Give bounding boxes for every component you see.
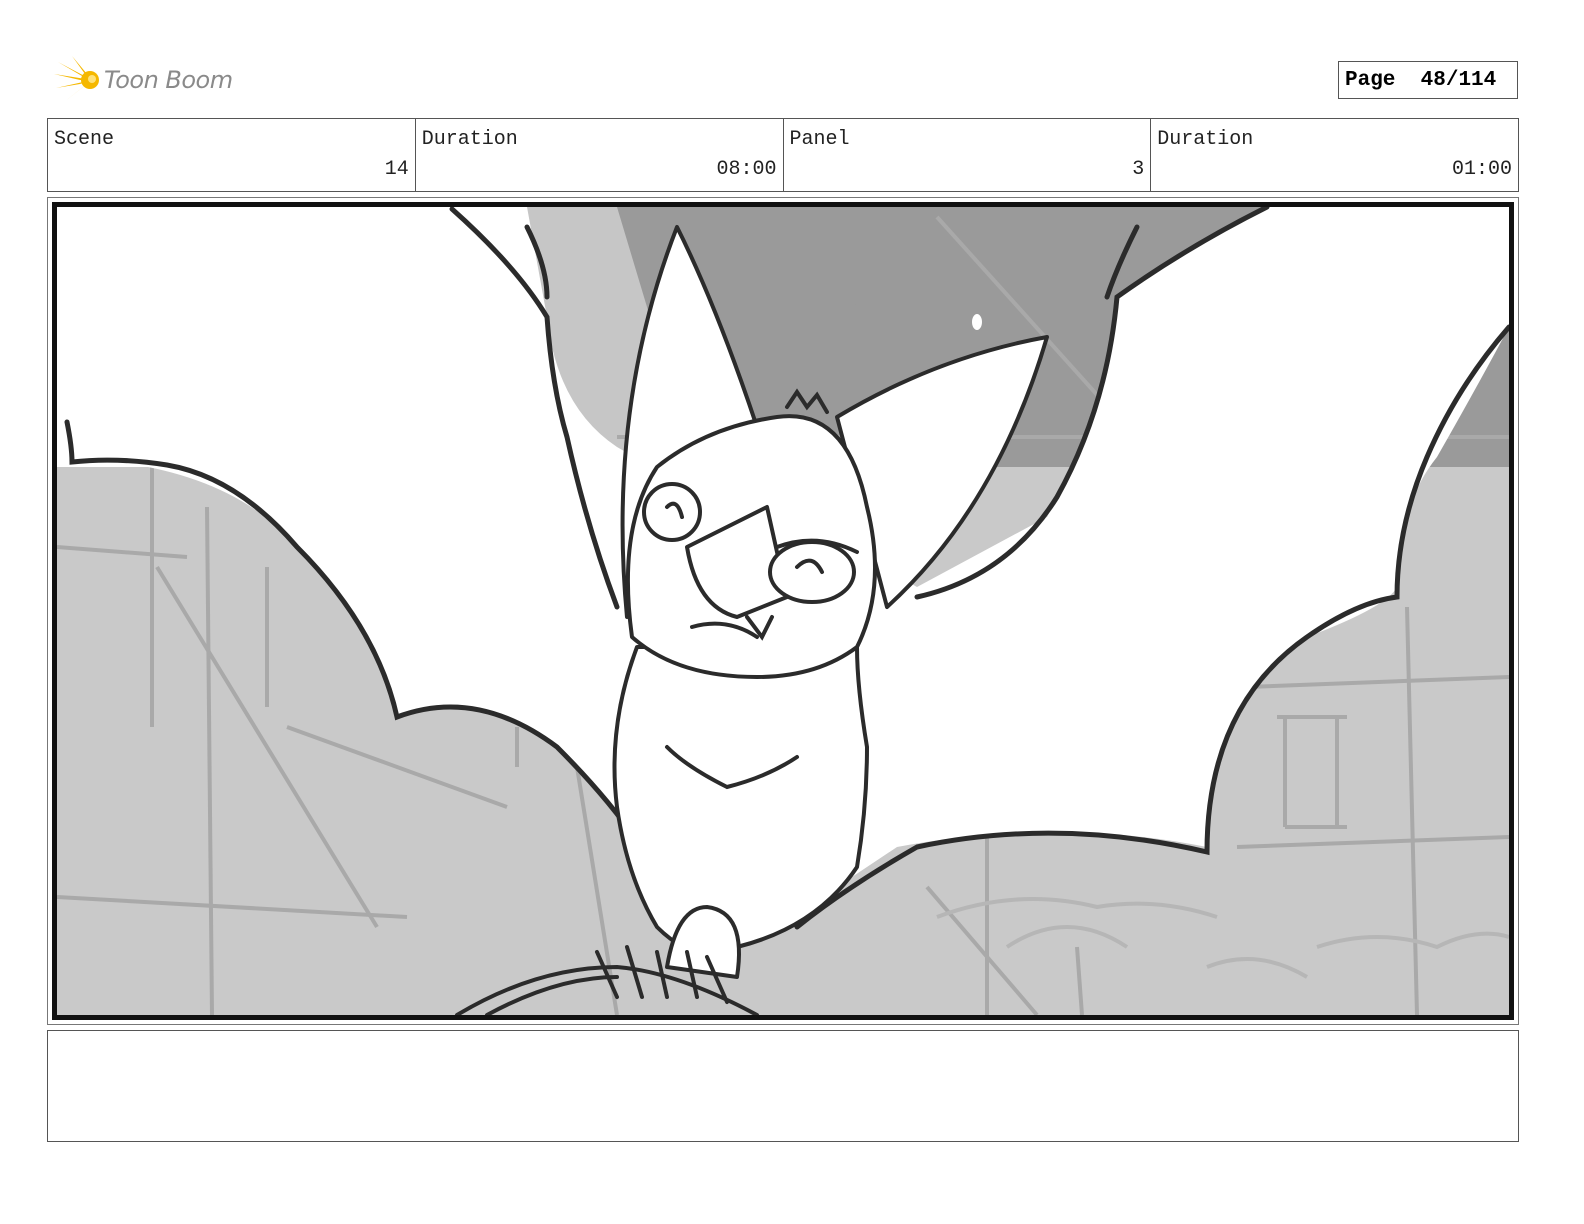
scene-duration-value: 08:00 (716, 158, 777, 181)
scene-label: Scene (54, 128, 115, 151)
notes-box (47, 1030, 1519, 1142)
scene-value: 14 (384, 158, 409, 181)
panel-label: Panel (789, 128, 850, 151)
scene-cell: Scene 14 (48, 119, 416, 191)
toon-boom-logo: Toon Boom (52, 54, 252, 108)
panel-value: 3 (1132, 158, 1145, 181)
toon-boom-burst-icon (54, 56, 99, 102)
scene-duration-cell: Duration 08:00 (416, 119, 784, 191)
panel-cell: Panel 3 (784, 119, 1152, 191)
page-indicator: Page 48/114 (1338, 61, 1518, 99)
scene-duration-label: Duration (421, 128, 518, 151)
bat-sketch-drawing (57, 207, 1509, 1015)
logo-text: Toon Boom (104, 66, 233, 94)
panel-duration-value: 01:00 (1451, 158, 1512, 181)
page-label: Page (1345, 68, 1396, 92)
panel-duration-label: Duration (1157, 128, 1254, 151)
page-number: 48/114 (1420, 68, 1497, 92)
panel-info-header: Scene 14 Duration 08:00 Panel 3 Duration… (47, 118, 1519, 192)
panel-duration-cell: Duration 01:00 (1151, 119, 1518, 191)
storyboard-panel (52, 202, 1514, 1020)
